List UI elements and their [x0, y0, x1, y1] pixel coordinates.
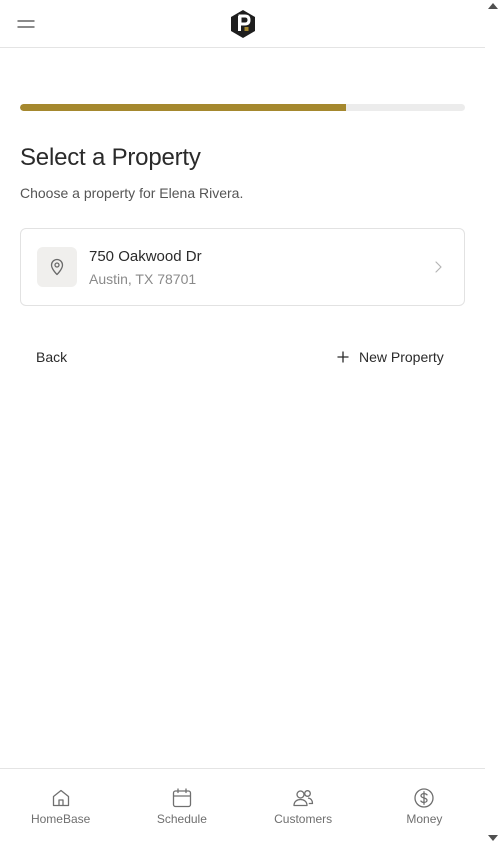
map-pin-icon — [50, 258, 64, 276]
property-city: Austin, TX 78701 — [89, 271, 197, 287]
nav-label-schedule: Schedule — [156, 812, 207, 826]
app-root: Select a Property Choose a property for … — [0, 0, 485, 845]
bottom-nav: HomeBase Schedule Customers Money — [0, 768, 485, 845]
dollar-circle-icon — [414, 788, 435, 808]
app-logo[interactable] — [229, 9, 257, 39]
calendar-icon — [172, 788, 192, 808]
nav-item-schedule[interactable]: Schedule — [121, 769, 242, 845]
new-property-button[interactable]: New Property — [336, 349, 444, 365]
top-bar — [0, 0, 485, 48]
scrollbar[interactable] — [485, 0, 500, 845]
hamburger-menu-icon — [17, 20, 35, 28]
nav-label-customers: Customers — [274, 812, 333, 826]
menu-button[interactable] — [14, 12, 38, 36]
scroll-up-arrow-icon[interactable] — [488, 3, 498, 9]
scroll-down-arrow-icon[interactable] — [488, 835, 498, 841]
nav-label-homebase: HomeBase — [30, 812, 91, 826]
back-button[interactable]: Back — [36, 349, 67, 365]
nav-label-money: Money — [406, 812, 443, 826]
nav-item-money[interactable]: Money — [364, 769, 485, 845]
plus-icon — [337, 351, 349, 363]
property-street: 750 Oakwood Dr — [89, 248, 202, 265]
progress-bar — [20, 104, 465, 111]
page-title: Select a Property — [20, 144, 201, 171]
chevron-right-icon — [435, 261, 442, 273]
property-card[interactable]: 750 Oakwood Dr Austin, TX 78701 — [20, 228, 465, 306]
p-hexagon-logo-icon — [231, 10, 255, 38]
users-icon — [293, 790, 314, 807]
property-icon-box — [37, 247, 77, 287]
nav-item-customers[interactable]: Customers — [243, 769, 364, 845]
progress-fill — [20, 104, 347, 111]
home-icon — [52, 789, 69, 807]
page-subtitle: Choose a property for Elena Rivera. — [20, 185, 244, 201]
new-property-label: New Property — [359, 349, 444, 365]
nav-item-homebase[interactable]: HomeBase — [0, 769, 121, 845]
